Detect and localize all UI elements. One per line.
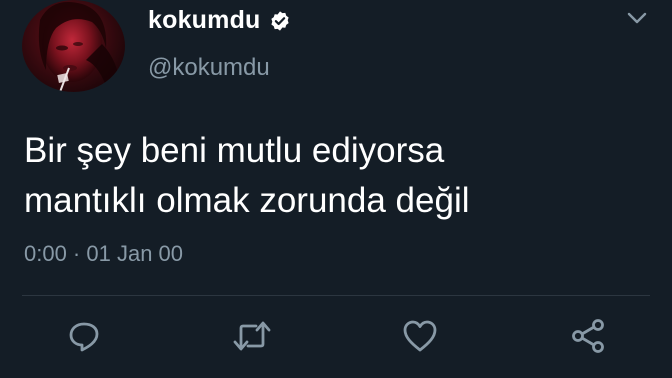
retweet-icon xyxy=(232,318,272,359)
like-button[interactable] xyxy=(400,318,440,358)
tweet-card: kokumdu @kokumdu Bir şey beni mutlu ediy… xyxy=(0,0,672,378)
tweet-timestamp[interactable]: 0:00 · 01 Jan 00 xyxy=(24,241,183,267)
heart-icon xyxy=(401,318,439,359)
retweet-button[interactable] xyxy=(232,318,272,358)
display-name-text[interactable]: kokumdu xyxy=(148,6,261,35)
avatar[interactable] xyxy=(22,0,125,92)
display-name[interactable]: kokumdu xyxy=(148,6,291,35)
verified-badge-icon xyxy=(269,10,291,32)
chevron-down-icon[interactable] xyxy=(626,10,648,26)
tweet-text-line: mantıklı olmak zorunda değil xyxy=(24,181,470,220)
share-button[interactable] xyxy=(568,318,608,358)
user-handle[interactable]: @kokumdu xyxy=(148,54,270,82)
divider xyxy=(22,295,650,296)
share-icon xyxy=(569,317,607,360)
reply-button[interactable] xyxy=(64,318,104,358)
tweet-text: Bir şey beni mutlu ediyorsa mantıklı olm… xyxy=(24,126,644,226)
reply-icon xyxy=(66,318,102,359)
tweet-text-line: Bir şey beni mutlu ediyorsa xyxy=(24,131,445,170)
